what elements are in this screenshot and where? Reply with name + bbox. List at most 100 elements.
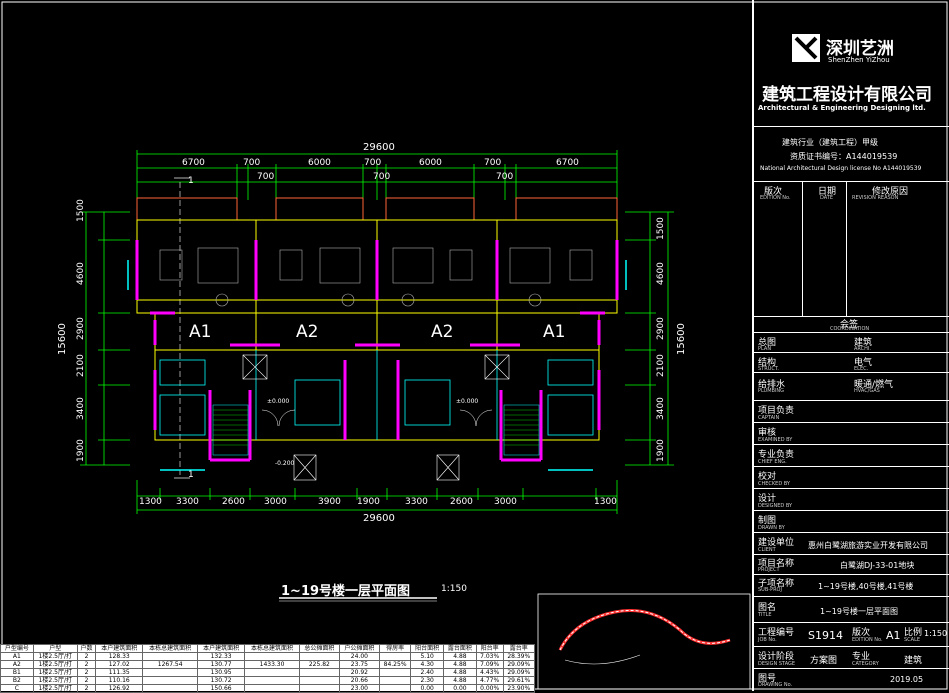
dim-top-1: 6700 bbox=[182, 158, 205, 168]
cell bbox=[298, 684, 340, 693]
table-row: A2 1楼2.5厅/打 2 127.02 1267.54 130.77 1433.30 225… bbox=[0, 660, 536, 669]
dim-top2-3: 700 bbox=[496, 172, 514, 182]
dim-right-1: 1500 bbox=[656, 217, 666, 240]
dim-right-6: 1900 bbox=[656, 439, 666, 462]
cell: 4.30 bbox=[410, 660, 445, 669]
schedule-header: 阳台率 bbox=[475, 644, 504, 653]
cell: 0.00 bbox=[410, 684, 445, 693]
cell: A2 bbox=[0, 660, 34, 669]
dim-top-6: 700 bbox=[484, 158, 502, 168]
edition-label-en: EDITION No. bbox=[852, 637, 883, 643]
cell: 29.09% bbox=[502, 668, 536, 677]
cell: 4.43% bbox=[475, 668, 504, 677]
schedule-header: 户型 bbox=[32, 644, 78, 653]
cell bbox=[244, 652, 300, 661]
job-label-en: JOB No. bbox=[758, 637, 777, 643]
cell: 4.88 bbox=[443, 660, 477, 669]
certification-block: 建筑行业（建筑工程）甲级 资质证书编号：A144019539 National … bbox=[754, 126, 949, 181]
schedule-header: 露台面积 bbox=[443, 644, 477, 653]
drawing-title-value: 1~19号楼一层平面图 bbox=[820, 607, 898, 616]
cert-line3: National Architectural Design license No… bbox=[760, 165, 922, 172]
drawing-no-label-en: DRAWING No. bbox=[758, 682, 793, 688]
stage-label-en: DESIGN STAGE bbox=[758, 661, 796, 667]
discipline-row: 结构 STRUCT. 电气 ELEC. bbox=[754, 352, 949, 372]
total-width-top: 29600 bbox=[363, 142, 395, 153]
unit-label-4: A1 bbox=[543, 322, 566, 342]
elevation-1: ±0.000 bbox=[267, 398, 290, 405]
cell: 130.77 bbox=[196, 660, 246, 669]
dim-bottom-6: 1900 bbox=[357, 497, 380, 507]
table-row: C 1楼2.5厅/打 2 126.92 150.66 23.00 0.00 0.00 0.00%… bbox=[0, 684, 536, 693]
cell: 1楼2.5厅/打 bbox=[32, 668, 78, 677]
dim-bottom-3: 2600 bbox=[222, 497, 245, 507]
subproject-value: 1~19号楼,40号楼,41号楼 bbox=[818, 582, 914, 591]
discipline-label-en: HVAC/GAS bbox=[854, 388, 880, 394]
cell: 7.03% bbox=[475, 652, 504, 661]
cell: 20.66 bbox=[338, 676, 380, 685]
schedule-header: 露台率 bbox=[502, 644, 536, 653]
cell: 23.90% bbox=[502, 684, 536, 693]
dim-right-5: 3400 bbox=[656, 397, 666, 420]
revision-col-reason-en: REVISION REASON bbox=[852, 195, 899, 201]
role-row: 审核 EXAMINED BY bbox=[754, 422, 949, 444]
table-row: B1 1楼2.5厅/打 2 111.35 130.95 20.92 2.40 4.88 4.43… bbox=[0, 668, 536, 677]
cert-line1: 建筑行业（建筑工程）甲级 bbox=[782, 138, 878, 147]
company-logo-icon bbox=[792, 34, 820, 62]
cell: 4.88 bbox=[443, 676, 477, 685]
cell: 23.75 bbox=[338, 660, 380, 669]
dim-bottom-7: 3300 bbox=[405, 497, 428, 507]
area-schedule: 户型编号 户型 户数 本户建筑面积 本栋总建筑面积 本户建筑面积 本栋总建筑面积… bbox=[0, 644, 536, 693]
cell bbox=[298, 676, 340, 685]
cell: 2 bbox=[76, 652, 97, 661]
client-row: 建设单位 CLIENT 惠州白鹭湖旅游实业开发有限公司 bbox=[754, 532, 949, 554]
cell: B2 bbox=[0, 676, 34, 685]
dim-bottom-1: 1300 bbox=[139, 497, 162, 507]
unit-label-2: A2 bbox=[296, 322, 319, 342]
cell: 28.39% bbox=[502, 652, 536, 661]
role-label-en: CHIEF ENG. bbox=[758, 459, 787, 465]
role-row: 项目负责 CAPTAIN bbox=[754, 400, 949, 422]
plan-scale: 1:150 bbox=[441, 584, 467, 594]
dim-bottom-5: 3900 bbox=[318, 497, 341, 507]
cell: 0.00% bbox=[475, 684, 504, 693]
category-value: 建筑 bbox=[904, 656, 923, 666]
dim-bottom-2: 3300 bbox=[176, 497, 199, 507]
total-width-bottom: 29600 bbox=[363, 513, 395, 524]
role-label-en: CAPTAIN bbox=[758, 415, 780, 421]
project-row: 项目名称 PROJECT 白鹭湖DJ-33-01地块 bbox=[754, 554, 949, 574]
cell bbox=[142, 676, 198, 685]
drawing-title-label-en: TITLE bbox=[758, 612, 772, 618]
plan-title: 1~19号楼一层平面图 bbox=[281, 584, 411, 599]
cell bbox=[244, 684, 300, 693]
category-label-en: CATEGORY bbox=[852, 661, 879, 667]
scale-label-en: SCALE bbox=[904, 637, 921, 643]
cell bbox=[378, 668, 412, 677]
cell: 84.25% bbox=[378, 660, 412, 669]
cell: 2 bbox=[76, 668, 97, 677]
cell: 130.72 bbox=[196, 676, 246, 685]
schedule-header: 本户建筑面积 bbox=[196, 644, 246, 653]
revision-header: 版次 EDITION No. 日期 DATE 修改原因 REVISION REA… bbox=[754, 181, 949, 317]
cell: 2 bbox=[76, 676, 97, 685]
subproject-label-en: SUB-PROJ bbox=[758, 587, 782, 593]
stage-row: 设计阶段 DESIGN STAGE 方案图 专业 CATEGORY 建筑 bbox=[754, 646, 949, 668]
schedule-header: 本栋总建筑面积 bbox=[142, 644, 198, 653]
axis-bottom: 1 bbox=[188, 470, 194, 480]
cell: 130.95 bbox=[196, 668, 246, 677]
drawing-date: 2019.05 bbox=[890, 675, 924, 684]
dim-top-7: 6700 bbox=[556, 158, 579, 168]
cell bbox=[244, 676, 300, 685]
job-row: 工程编号 JOB No. S1914 版次 EDITION No. A1 比例 … bbox=[754, 622, 949, 646]
discipline-label-en: PLUMBING bbox=[758, 388, 785, 394]
cell bbox=[298, 668, 340, 677]
cell: 150.66 bbox=[196, 684, 246, 693]
job-value: S1914 bbox=[808, 629, 843, 642]
role-label-en: EXAMINED BY bbox=[758, 437, 793, 443]
floor-plan bbox=[80, 150, 674, 514]
table-row: A1 1楼2.5厅/打 2 128.33 132.33 24.00 5.10 4.88 7.03… bbox=[0, 652, 536, 661]
unit-label-3: A2 bbox=[431, 322, 454, 342]
role-label-en: DESIGNED BY bbox=[758, 503, 793, 509]
cert-line2: 资质证书编号：A144019539 bbox=[790, 152, 898, 161]
schedule-header: 户型编号 bbox=[0, 644, 34, 653]
cell: 225.82 bbox=[298, 660, 340, 669]
